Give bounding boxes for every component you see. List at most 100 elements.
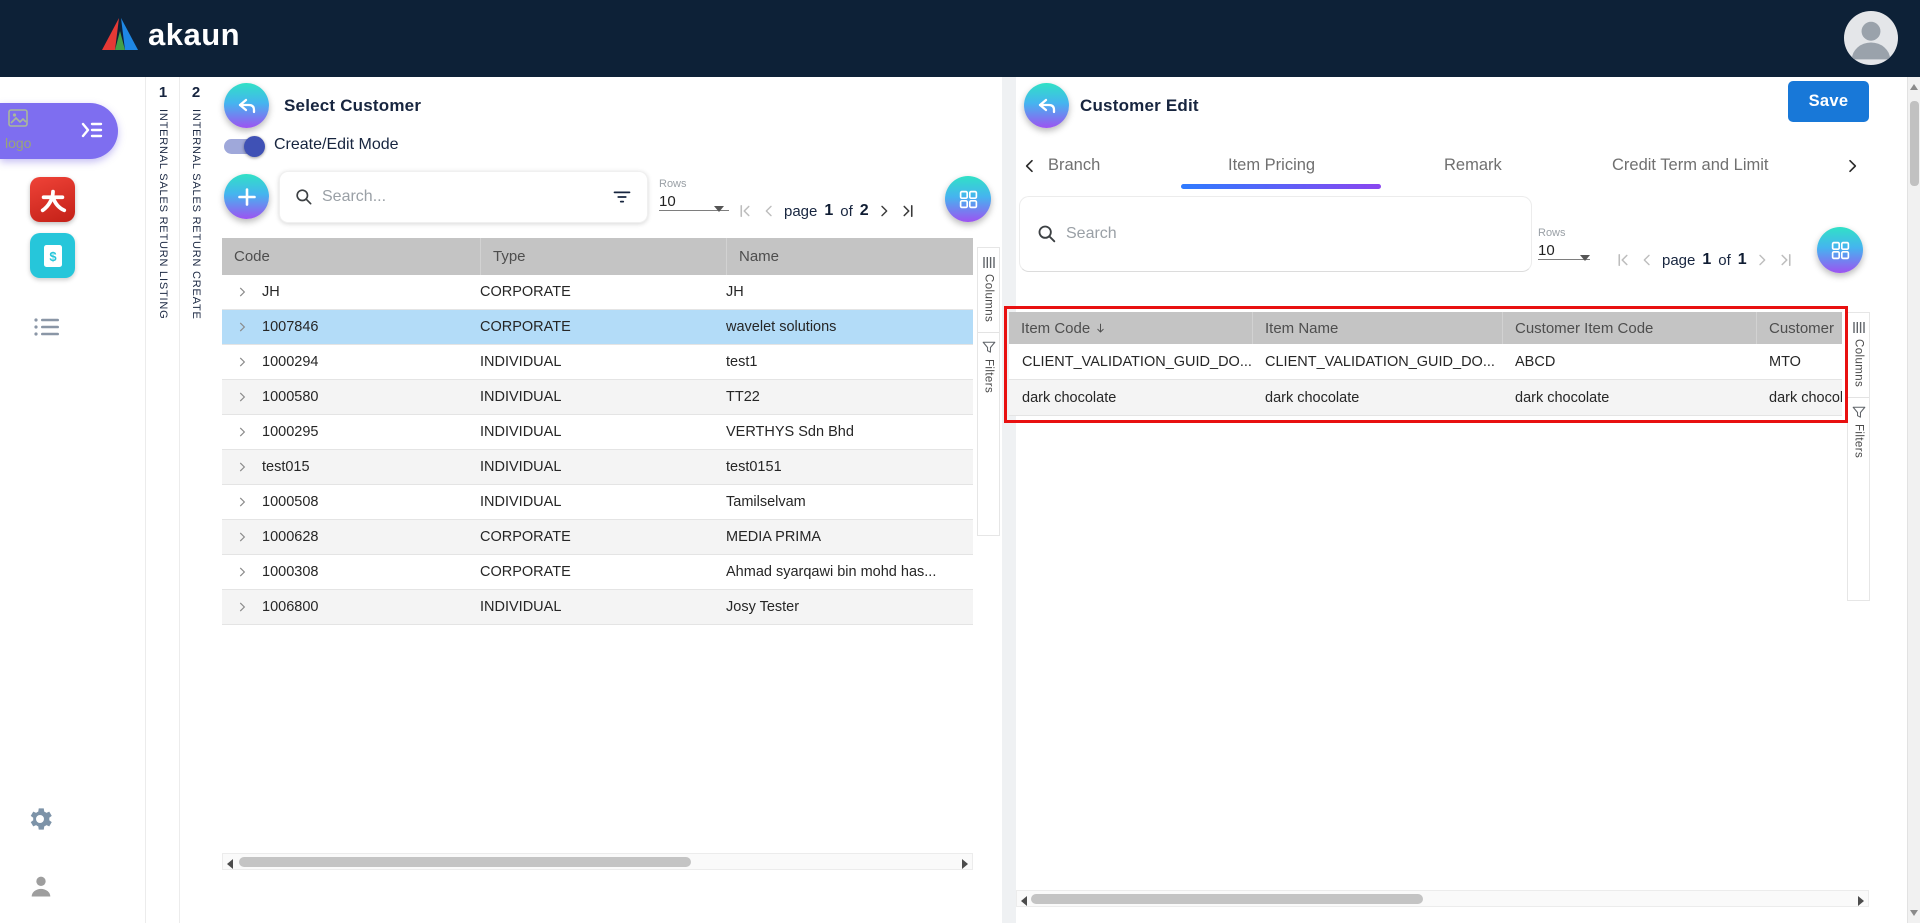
- scroll-down-arrow[interactable]: [1910, 910, 1918, 916]
- prev-page-button[interactable]: [1639, 252, 1655, 268]
- next-page-button[interactable]: [876, 203, 892, 219]
- column-header-code[interactable]: Code: [222, 248, 480, 265]
- first-page-button[interactable]: [1614, 251, 1632, 269]
- column-header-item-name[interactable]: Item Name: [1252, 312, 1502, 344]
- sidebar-app-invoice-icon[interactable]: $: [30, 233, 75, 278]
- grid-view-button[interactable]: [1817, 227, 1863, 273]
- sidebar-listing-icon[interactable]: [33, 317, 61, 337]
- item-row-client-validation[interactable]: CLIENT_VALIDATION_GUID_DO... CLIENT_VALI…: [1009, 344, 1842, 380]
- cell-name: TT22: [726, 389, 973, 405]
- row-expand-icon[interactable]: [222, 495, 262, 509]
- filters-tool-button[interactable]: Filters: [1852, 398, 1866, 468]
- scroll-up-arrow[interactable]: [1910, 84, 1918, 90]
- last-page-button[interactable]: [1777, 251, 1795, 269]
- column-header-customer-item-code[interactable]: Customer Item Code: [1502, 312, 1756, 344]
- workspace-tab-2-number: 2: [192, 84, 200, 101]
- row-expand-icon[interactable]: [222, 320, 262, 334]
- rows-label: Rows: [1538, 227, 1590, 239]
- column-header-type[interactable]: Type: [480, 238, 726, 275]
- active-tab-underline: [1181, 184, 1381, 189]
- row-expand-icon[interactable]: [222, 355, 262, 369]
- columns-tool-button[interactable]: Columns: [982, 248, 996, 332]
- app-root: akaun logo $: [0, 0, 1920, 923]
- item-table-hscrollbar[interactable]: [1016, 890, 1869, 907]
- scroll-right-arrow[interactable]: [962, 859, 968, 869]
- settings-gear-icon[interactable]: [25, 804, 55, 834]
- customer-table-hscrollbar[interactable]: [222, 853, 973, 870]
- next-page-button[interactable]: [1754, 252, 1770, 268]
- filters-tool-button[interactable]: Filters: [982, 333, 996, 403]
- customer-row-1000294[interactable]: 1000294 INDIVIDUAL test1: [222, 345, 973, 380]
- customer-row-jh[interactable]: JH CORPORATE JH: [222, 275, 973, 310]
- item-search-input[interactable]: [1066, 225, 1515, 243]
- customer-row-1007846-selected[interactable]: 1007846 CORPORATE wavelet solutions: [222, 310, 973, 345]
- hscroll-thumb[interactable]: [239, 857, 691, 867]
- customer-row-1000580[interactable]: 1000580 INDIVIDUAL TT22: [222, 380, 973, 415]
- workspace-tab-1[interactable]: 1 INTERNAL SALES RETURN LISTING: [147, 77, 180, 923]
- row-expand-icon[interactable]: [222, 565, 262, 579]
- brand-logo: akaun: [100, 16, 240, 53]
- tab-item-pricing[interactable]: Item Pricing: [1228, 156, 1315, 175]
- last-page-button[interactable]: [899, 202, 917, 220]
- profile-person-icon[interactable]: [27, 872, 55, 900]
- sidebar-logo-pill: logo: [0, 103, 118, 159]
- column-header-customer[interactable]: Customer: [1756, 312, 1842, 344]
- user-avatar[interactable]: [1844, 11, 1898, 65]
- back-button[interactable]: [224, 83, 269, 128]
- row-expand-icon[interactable]: [222, 425, 262, 439]
- tabs-scroll-left-icon[interactable]: [1022, 157, 1038, 175]
- columns-tool-button[interactable]: Columns: [1852, 313, 1866, 397]
- scroll-left-arrow[interactable]: [227, 859, 233, 869]
- filter-list-icon[interactable]: [611, 187, 633, 207]
- item-row-dark-chocolate[interactable]: dark chocolate dark chocolate dark choco…: [1009, 380, 1842, 416]
- workspace-tab-2-label: INTERNAL SALES RETURN CREATE: [190, 109, 202, 320]
- item-pricing-table: Item Code Item Name Customer Item Code C…: [1009, 312, 1842, 416]
- customer-row-1000295[interactable]: 1000295 INDIVIDUAL VERTHYS Sdn Bhd: [222, 415, 973, 450]
- cell-code: 1000308: [262, 564, 480, 580]
- filters-label: Filters: [1853, 424, 1865, 458]
- scroll-right-arrow[interactable]: [1858, 896, 1864, 906]
- customer-search-input[interactable]: [322, 188, 603, 206]
- customer-row-1006800[interactable]: 1006800 INDIVIDUAL Josy Tester: [222, 590, 973, 625]
- save-button[interactable]: Save: [1788, 81, 1869, 122]
- customer-row-test015[interactable]: test015 INDIVIDUAL test0151: [222, 450, 973, 485]
- grid-view-button[interactable]: [945, 176, 991, 222]
- row-expand-icon[interactable]: [222, 530, 262, 544]
- rows-caret-icon: [714, 206, 724, 212]
- create-edit-mode-toggle[interactable]: [224, 139, 262, 154]
- back-button[interactable]: [1024, 83, 1069, 128]
- customer-row-1000628[interactable]: 1000628 CORPORATE MEDIA PRIMA: [222, 520, 973, 555]
- broken-image-icon: [8, 109, 28, 127]
- scroll-left-arrow[interactable]: [1021, 896, 1027, 906]
- cell-type: INDIVIDUAL: [480, 494, 726, 510]
- vscroll-thumb[interactable]: [1910, 101, 1919, 186]
- prev-page-button[interactable]: [761, 203, 777, 219]
- toggle-knob: [244, 136, 265, 157]
- table-tools-strip: Columns Filters: [1847, 312, 1870, 601]
- column-header-name[interactable]: Name: [726, 238, 973, 275]
- row-expand-icon[interactable]: [222, 390, 262, 404]
- sidebar-collapse-icon[interactable]: [80, 119, 104, 141]
- workspace-tab-2[interactable]: 2 INTERNAL SALES RETURN CREATE: [180, 77, 213, 923]
- tabs-scroll-right-icon[interactable]: [1844, 157, 1860, 175]
- hscroll-thumb[interactable]: [1031, 894, 1423, 904]
- page-vscrollbar[interactable]: [1907, 77, 1920, 923]
- tab-remark[interactable]: Remark: [1444, 156, 1502, 175]
- right-panel-title: Customer Edit: [1080, 96, 1199, 116]
- svg-text:$: $: [49, 249, 57, 264]
- customer-row-1000508[interactable]: 1000508 INDIVIDUAL Tamilselvam: [222, 485, 973, 520]
- row-expand-icon[interactable]: [222, 285, 262, 299]
- cell-type: INDIVIDUAL: [480, 354, 726, 370]
- sidebar-app-red-icon[interactable]: [30, 177, 75, 222]
- tab-credit-term-and-limit[interactable]: Credit Term and Limit: [1612, 156, 1769, 175]
- row-expand-icon[interactable]: [222, 460, 262, 474]
- customer-row-1000308[interactable]: 1000308 CORPORATE Ahmad syarqawi bin moh…: [222, 555, 973, 590]
- rows-label: Rows: [659, 178, 729, 190]
- column-header-item-code[interactable]: Item Code: [1009, 320, 1252, 337]
- row-expand-icon[interactable]: [222, 600, 262, 614]
- first-page-button[interactable]: [736, 202, 754, 220]
- item-pagination: page 1 of 1: [1614, 251, 1795, 269]
- cell-customer: dark chocolate: [1756, 390, 1842, 406]
- add-customer-button[interactable]: [224, 174, 269, 219]
- tab-branch[interactable]: Branch: [1048, 156, 1100, 175]
